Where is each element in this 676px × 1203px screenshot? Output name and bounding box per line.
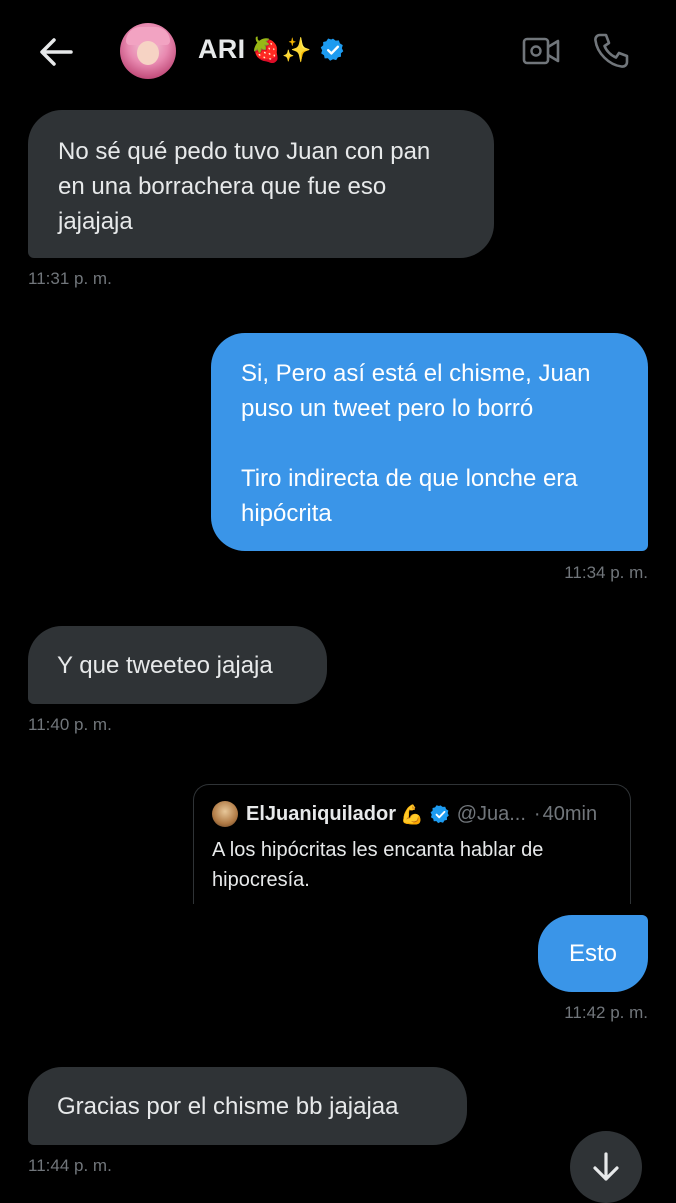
message-timestamp: 11:34 p. m. xyxy=(564,563,648,582)
message-bubble-incoming[interactable]: Y que tweeteo jajaja xyxy=(28,626,327,704)
back-arrow-icon xyxy=(40,38,73,66)
video-call-icon xyxy=(522,37,560,65)
message-bubble-incoming[interactable]: No sé qué pedo tuvo Juan con pan en una … xyxy=(28,110,494,258)
contact-name-header[interactable]: ARI 🍓✨ xyxy=(198,34,346,65)
phone-call-icon xyxy=(594,33,629,68)
message-bubble-incoming[interactable]: Gracias por el chisme bb jajajaa xyxy=(28,1067,467,1145)
message-timestamp: 11:44 p. m. xyxy=(28,1156,112,1175)
quoted-author-emoji: 💪 xyxy=(400,803,424,826)
verified-badge-icon xyxy=(430,804,449,823)
message-timestamp: 11:40 p. m. xyxy=(28,715,112,734)
message-timestamp: 11:42 p. m. xyxy=(564,1003,648,1022)
arrow-down-icon xyxy=(593,1152,619,1181)
name-emojis: 🍓✨ xyxy=(251,35,312,64)
contact-avatar[interactable] xyxy=(120,23,176,79)
contact-name: ARI xyxy=(198,34,246,64)
quoted-author-avatar xyxy=(212,801,238,827)
message-bubble-outgoing[interactable]: Si, Pero así está el chisme, Juan puso u… xyxy=(211,333,648,551)
separator-dot: · xyxy=(533,802,541,825)
video-call-button[interactable] xyxy=(522,34,560,68)
message-bubble-outgoing[interactable]: Esto xyxy=(538,915,648,992)
scroll-to-bottom-button[interactable] xyxy=(570,1131,642,1203)
quoted-tweet-card[interactable]: ElJuaniquilador 💪 @Jua... · 40min A los … xyxy=(193,784,631,904)
chat-header: ARI 🍓✨ xyxy=(0,0,676,102)
quoted-tweet-text: A los hipócritas les encanta hablar de h… xyxy=(212,839,544,891)
quoted-author-name: ElJuaniquilador xyxy=(246,802,397,825)
quoted-tweet-age: 40min xyxy=(542,802,598,825)
quoted-tweet-header: ElJuaniquilador 💪 @Jua... · 40min xyxy=(212,801,612,827)
verified-badge-icon xyxy=(320,38,344,61)
message-timestamp: 11:31 p. m. xyxy=(28,269,112,288)
back-button[interactable] xyxy=(36,32,76,72)
phone-call-button[interactable] xyxy=(592,32,630,70)
quoted-author-handle: @Jua... xyxy=(456,802,526,825)
